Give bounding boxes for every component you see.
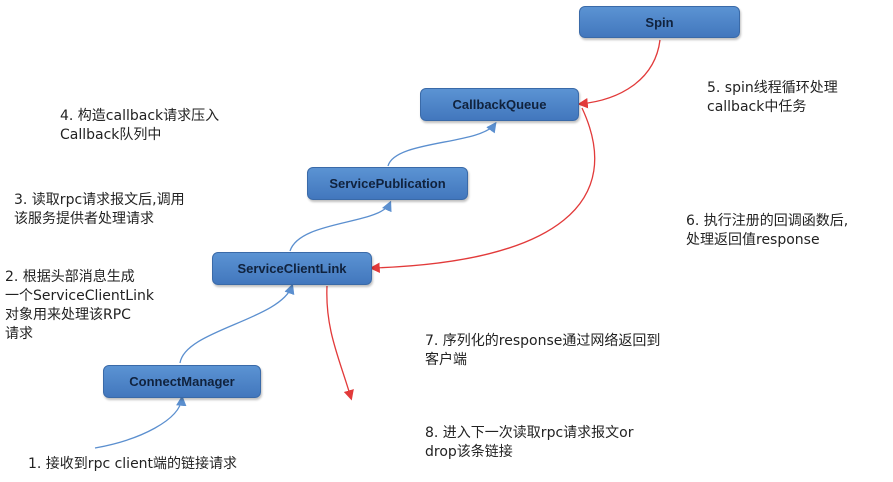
arrow-spin-to-callbackqueue (577, 39, 661, 109)
node-spin: Spin (579, 6, 740, 38)
note-step-1: 1. 接收到rpc client端的链接请求 (28, 456, 238, 472)
note-step-2: 2. 根据头部消息生成 一个ServiceClientLink 对象用来处理该R… (5, 269, 154, 342)
note-step-4: 4. 构造callback请求压入 Callback队列中 (60, 108, 220, 143)
note-step-5: 5. spin线程循环处理 callback中任务 (707, 80, 838, 115)
note-step-8: 8. 进入下一次读取rpc请求报文or drop该条链接 (425, 425, 634, 460)
arrow-servicepublication-to-callbackqueue (387, 121, 497, 167)
arrow-serviceclientlink-to-network (326, 285, 354, 401)
node-service-publication: ServicePublication (307, 167, 468, 200)
arrow-client-to-connectmanager (94, 395, 187, 449)
note-step-7: 7. 序列化的response通过网络返回到 客户端 (425, 333, 661, 368)
node-service-client-link: ServiceClientLink (212, 252, 372, 285)
note-step-3: 3. 读取rpc请求报文后,调用 该服务提供者处理请求 (14, 192, 185, 227)
node-callback-queue: CallbackQueue (420, 88, 579, 121)
arrow-serviceclientlink-to-servicepublication (289, 200, 392, 252)
node-connect-manager: ConnectManager (103, 365, 261, 398)
note-step-6: 6. 执行注册的回调函数后, 处理返回值response (686, 213, 849, 248)
arrow-connectmanager-to-serviceclientlink (179, 283, 295, 364)
